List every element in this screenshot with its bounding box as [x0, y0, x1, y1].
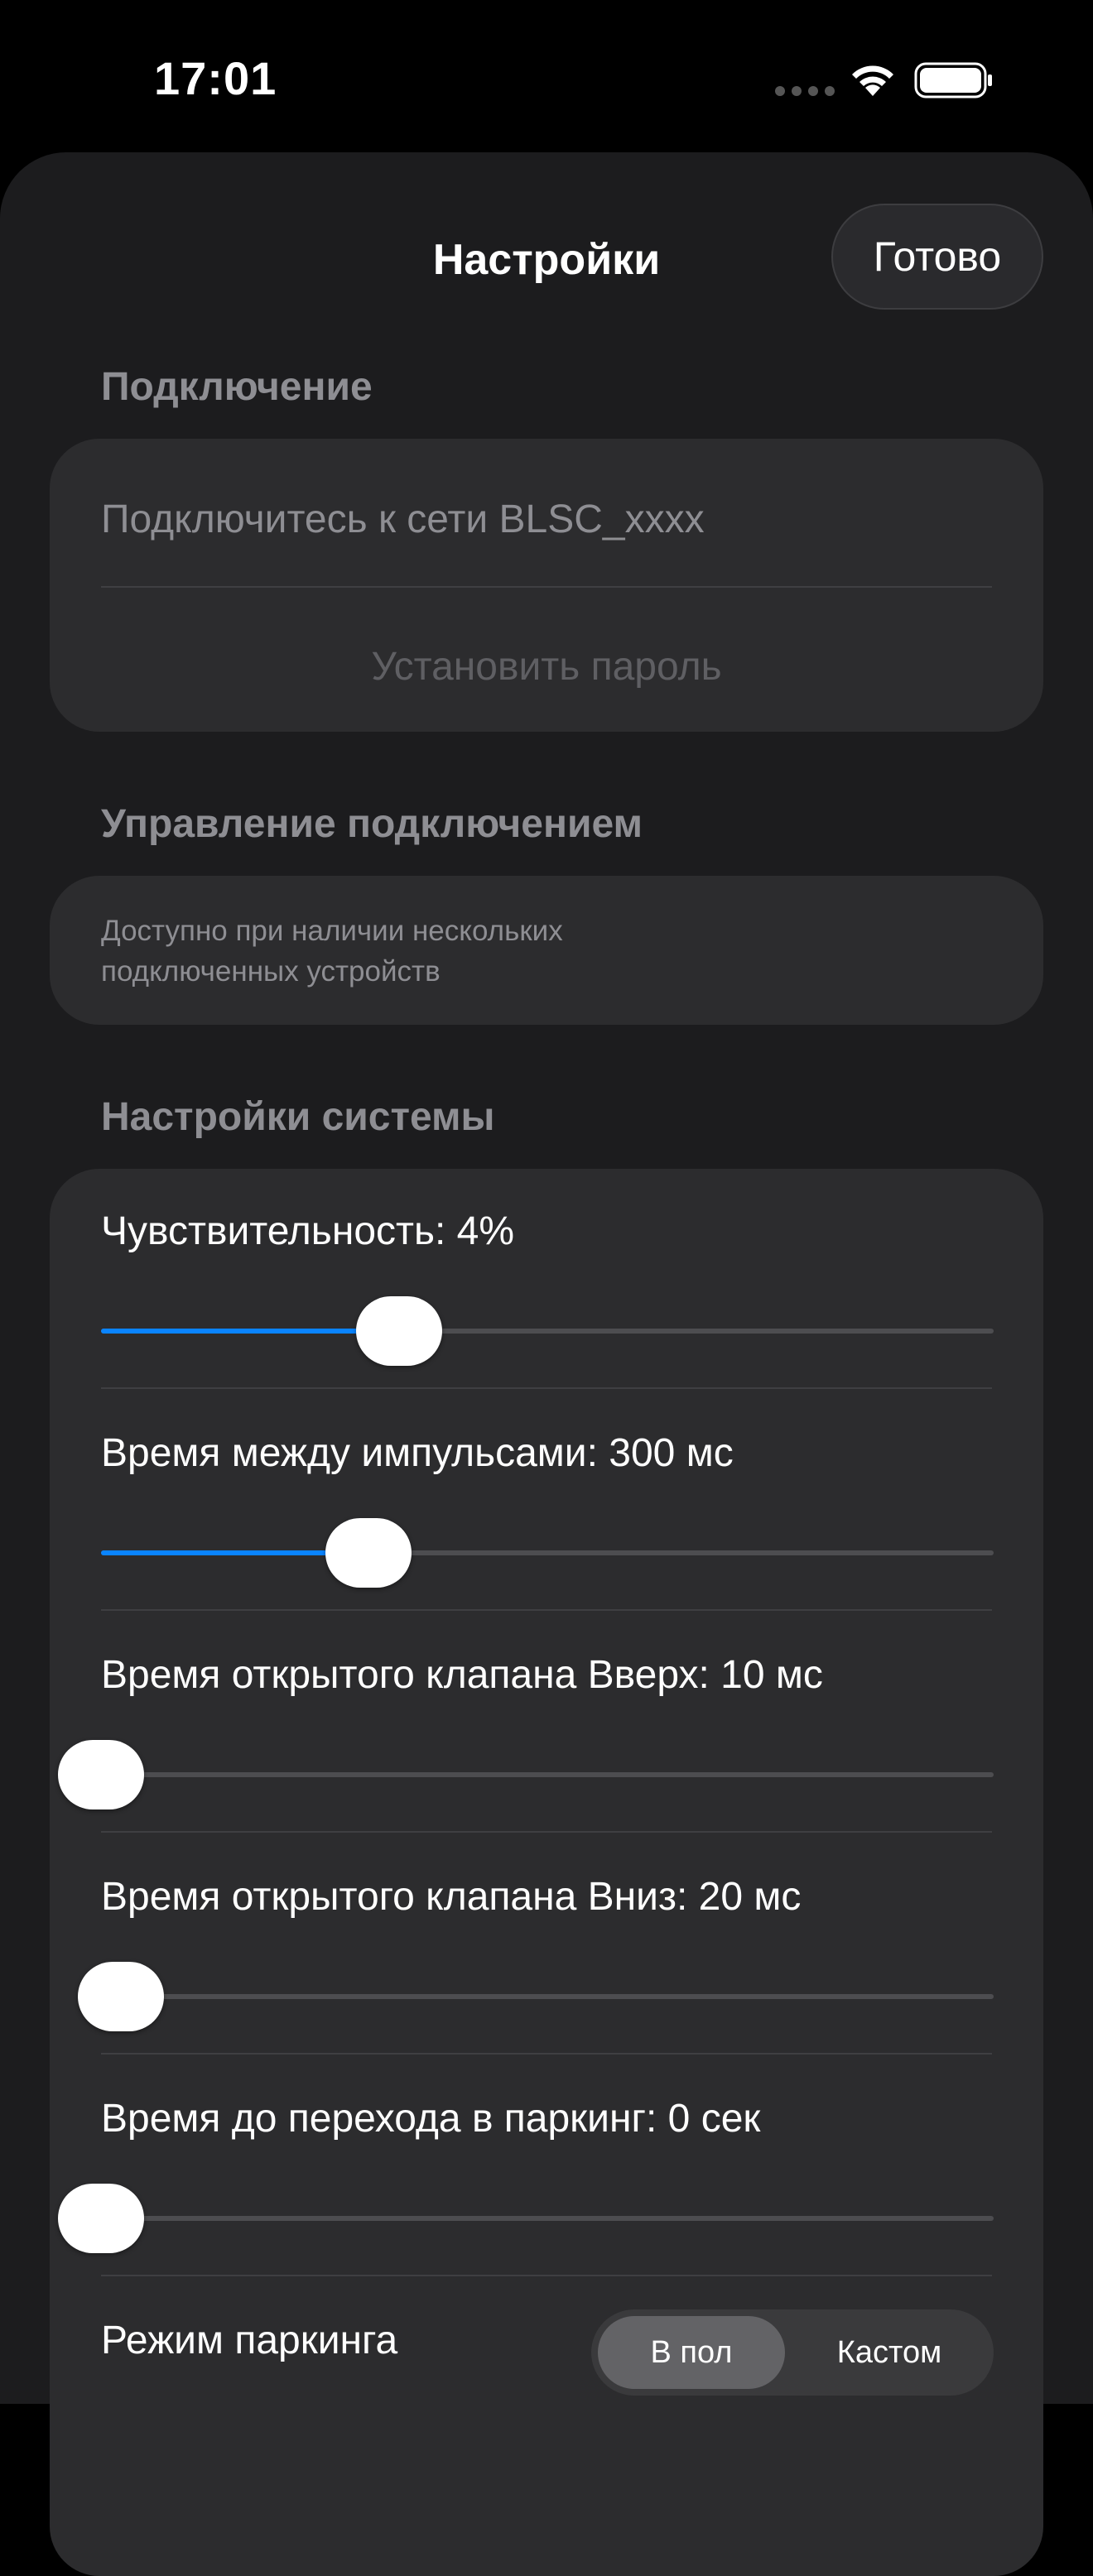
- slider-thumb[interactable]: [58, 2184, 144, 2253]
- connection-card: Подключитесь к сети BLSC_xxxx Установить…: [50, 439, 1043, 732]
- slider-track: [101, 1772, 994, 1777]
- section-header-connection: Подключение: [101, 365, 373, 409]
- status-time: 17:01: [154, 52, 277, 104]
- battery-icon: [914, 62, 992, 99]
- slider-label-parking-delay: Время до перехода в паркинг: 0 сек: [101, 2097, 761, 2141]
- slider-fill: [101, 1329, 400, 1334]
- settings-sheet: Настройки Готово Подключение Подключитес…: [0, 152, 1093, 2576]
- slider-label-valve-down-time: Время открытого клапана Вниз: 20 мс: [101, 1875, 802, 1919]
- slider-thumb[interactable]: [356, 1296, 443, 1366]
- divider: [101, 1387, 992, 1389]
- network-hint: Подключитесь к сети BLSC_xxxx: [101, 497, 705, 541]
- signal-dots-icon: [775, 86, 835, 96]
- slider-track: [101, 2216, 994, 2221]
- parking-delay-slider[interactable]: [58, 2177, 994, 2260]
- sensitivity-slider[interactable]: [101, 1290, 994, 1372]
- status-bar: 17:01: [0, 0, 1093, 149]
- slider-track: [101, 1994, 994, 1999]
- divider: [101, 1609, 992, 1611]
- set-password-button[interactable]: Установить пароль: [50, 644, 1043, 690]
- slider-thumb[interactable]: [58, 1740, 144, 1809]
- section-header-system: Настройки системы: [101, 1095, 495, 1139]
- slider-thumb[interactable]: [325, 1518, 412, 1588]
- valve-down-time-slider[interactable]: [77, 1955, 994, 2038]
- section-header-connection-management: Управление подключением: [101, 802, 643, 846]
- parking-mode-segmented-control[interactable]: В пол Кастом: [591, 2309, 994, 2396]
- connection-management-card: Доступно при наличии нескольких подключе…: [50, 876, 1043, 1025]
- slider-label-valve-up-time: Время открытого клапана Вверх: 10 мс: [101, 1653, 823, 1697]
- slider-thumb[interactable]: [77, 1962, 164, 2031]
- done-button[interactable]: Готово: [831, 204, 1043, 310]
- divider: [101, 2053, 992, 2055]
- parking-mode-label: Режим паркинга: [101, 2319, 398, 2362]
- segment-option-custom[interactable]: Кастом: [792, 2309, 987, 2396]
- pulse-interval-slider[interactable]: [101, 1511, 994, 1594]
- divider: [101, 1831, 992, 1833]
- slider-label-pulse-interval: Время между импульсами: 300 мс: [101, 1431, 734, 1475]
- divider: [101, 2275, 992, 2276]
- system-settings-card: Чувствительность: 4% Время между импульс…: [50, 1169, 1043, 2576]
- divider: [101, 586, 992, 588]
- slider-label-sensitivity: Чувствительность: 4%: [101, 1209, 515, 1253]
- connection-management-note: Доступно при наличии нескольких подключе…: [101, 915, 563, 988]
- valve-up-time-slider[interactable]: [58, 1733, 994, 1816]
- wifi-icon: [852, 65, 893, 96]
- segment-option-floor[interactable]: В пол: [598, 2309, 785, 2396]
